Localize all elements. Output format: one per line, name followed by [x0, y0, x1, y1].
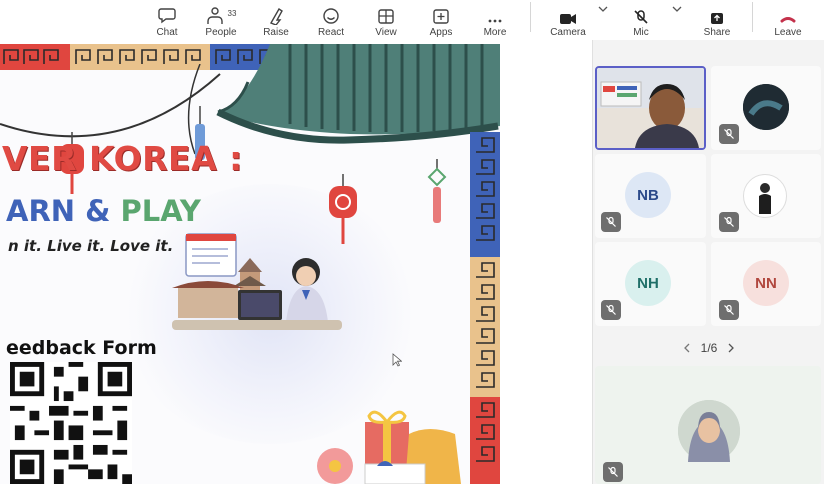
- share-button[interactable]: Share: [700, 0, 734, 38]
- toolbar-divider: [752, 2, 753, 32]
- camera-button[interactable]: Camera: [548, 0, 588, 38]
- mic-off-icon: [606, 216, 616, 227]
- apps-label: Apps: [429, 27, 453, 38]
- gift-boxes-illustration: [317, 410, 461, 484]
- raise-hand-button[interactable]: Raise: [262, 0, 290, 38]
- leave-label: Leave: [774, 27, 802, 38]
- slide-tagline: n it. Live it. Love it.: [8, 237, 174, 255]
- slide-subtitle: ARN & PLAY: [6, 194, 201, 228]
- mic-button[interactable]: Mic: [626, 0, 656, 38]
- more-label: More: [483, 27, 507, 38]
- participant-tile-nb[interactable]: NB: [595, 154, 706, 238]
- view-label: View: [375, 27, 397, 38]
- pager-prev-button[interactable]: [683, 341, 691, 356]
- mic-off-icon: [630, 7, 652, 25]
- korea-study-illustration: [172, 233, 342, 330]
- camera-icon: [557, 7, 579, 25]
- mic-label: Mic: [633, 27, 649, 38]
- share-icon: [706, 7, 728, 25]
- participant-video-feed: [597, 68, 704, 148]
- subtitle-part-play: PLAY: [120, 194, 201, 228]
- view-button[interactable]: View: [371, 0, 401, 38]
- mic-off-icon: [724, 304, 734, 315]
- participant-avatar: NN: [743, 260, 789, 306]
- participant-avatar: NB: [625, 172, 671, 218]
- participant-tile[interactable]: [711, 154, 821, 238]
- participant-tile-nh[interactable]: NH: [595, 242, 706, 326]
- raise-label: Raise: [263, 27, 289, 38]
- pager-indicator: 1/6: [700, 341, 718, 355]
- participant-tile-video[interactable]: [595, 66, 706, 150]
- participant-avatar-photo: [743, 174, 787, 218]
- muted-indicator: [719, 124, 739, 144]
- share-label: Share: [703, 27, 731, 38]
- decorative-border-right: [470, 132, 500, 484]
- toolbar-divider: [530, 2, 531, 32]
- mic-off-icon: [606, 304, 616, 315]
- participant-gallery: NB NH NN 1/6: [592, 40, 824, 484]
- participant-avatar-photo: [743, 84, 789, 130]
- more-icon: [484, 7, 506, 25]
- people-icon: 33: [203, 7, 239, 25]
- react-label: React: [317, 27, 345, 38]
- people-label: People: [205, 27, 237, 38]
- participant-avatar: NH: [625, 260, 671, 306]
- people-count: 33: [227, 9, 237, 18]
- mic-off-icon: [608, 466, 618, 477]
- react-icon: [320, 7, 342, 25]
- knot-ornament: [427, 159, 447, 223]
- muted-indicator: [603, 462, 623, 482]
- chat-icon: [156, 7, 178, 25]
- meeting-toolbar: Chat 33 People Raise React View Apps Mor…: [0, 0, 824, 40]
- pager-next-button[interactable]: [727, 341, 735, 356]
- gallery-pager: 1/6: [593, 336, 824, 360]
- muted-indicator: [719, 212, 739, 232]
- chevron-left-icon: [683, 343, 690, 352]
- chevron-down-icon: [672, 6, 682, 12]
- muted-indicator: [601, 300, 621, 320]
- muted-indicator: [719, 300, 739, 320]
- chat-button[interactable]: Chat: [154, 0, 180, 38]
- leave-button[interactable]: Leave: [768, 0, 808, 38]
- muted-indicator: [601, 212, 621, 232]
- participant-tile[interactable]: [711, 66, 821, 150]
- participant-avatar-photo: [678, 400, 740, 462]
- feedback-form-heading: eedback Form: [6, 337, 157, 359]
- leave-icon: [777, 7, 799, 25]
- react-button[interactable]: React: [316, 0, 346, 38]
- mic-off-icon: [724, 216, 734, 227]
- mic-off-icon: [724, 128, 734, 139]
- apps-button[interactable]: Apps: [426, 0, 456, 38]
- chat-label: Chat: [156, 27, 178, 38]
- people-button[interactable]: 33 People: [201, 0, 241, 38]
- mic-options-chevron[interactable]: [670, 2, 684, 16]
- camera-options-chevron[interactable]: [596, 2, 610, 16]
- camera-label: Camera: [550, 27, 586, 38]
- apps-icon: [430, 7, 452, 25]
- more-button[interactable]: More: [480, 0, 510, 38]
- participant-tile-nn[interactable]: NN: [711, 242, 821, 326]
- shared-content-area: VER KOREA : ARN & PLAY n it. Live it. Lo…: [0, 40, 592, 484]
- raise-hand-icon: [265, 7, 287, 25]
- presentation-slide: VER KOREA : ARN & PLAY n it. Live it. Lo…: [0, 44, 500, 484]
- participant-tile-large[interactable]: [595, 366, 821, 484]
- feedback-qr-code[interactable]: [10, 362, 132, 484]
- mouse-pointer-icon: [392, 353, 402, 367]
- slide-title: VER KOREA :: [2, 139, 243, 178]
- chevron-right-icon: [728, 343, 735, 352]
- subtitle-part-learn: ARN &: [6, 194, 121, 228]
- view-icon: [375, 7, 397, 25]
- chevron-down-icon: [598, 6, 608, 12]
